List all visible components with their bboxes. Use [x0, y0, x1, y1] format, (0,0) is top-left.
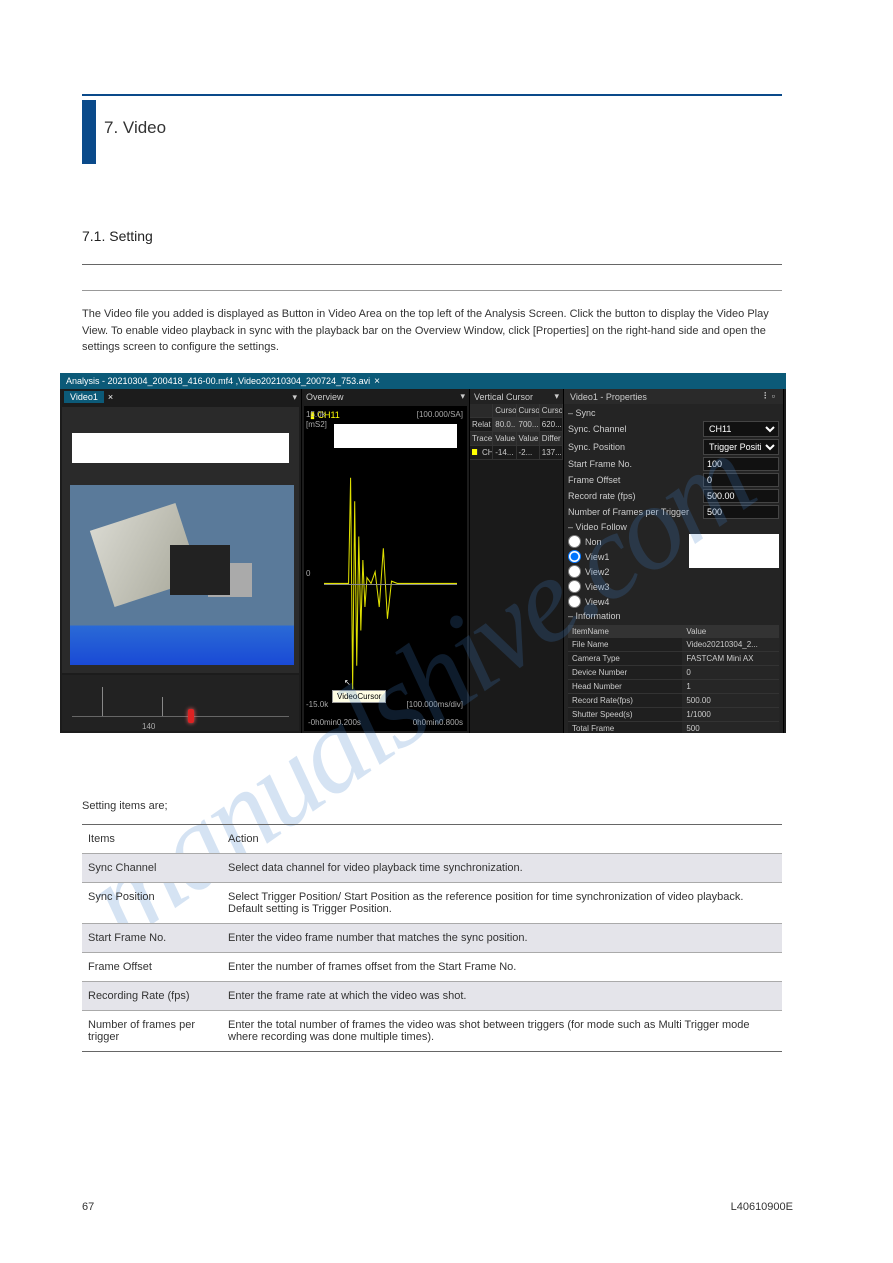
- caption-placeholder: [689, 534, 779, 568]
- window-titlebar: Analysis - 20210304_200418_416-00.mf4 ,V…: [60, 373, 786, 389]
- window-title: Analysis - 20210304_200418_416-00.mf4 ,V…: [66, 376, 370, 386]
- timeline-value: 140: [142, 722, 155, 731]
- sync-channel-select[interactable]: CH11: [703, 421, 779, 437]
- label-start-frame: Start Frame No.: [568, 459, 703, 469]
- page-number: 67: [82, 1201, 94, 1213]
- label-record-rate: Record rate (fps): [568, 491, 703, 501]
- frames-per-trigger-input[interactable]: [703, 505, 779, 519]
- label-sync-channel: Sync. Channel: [568, 424, 703, 434]
- properties-title: Video1 - Properties: [570, 392, 647, 402]
- app-window: Analysis - 20210304_200418_416-00.mf4 ,V…: [60, 373, 786, 733]
- section-information: – Information: [568, 609, 779, 623]
- record-rate-input[interactable]: [703, 489, 779, 503]
- chevron-down-icon[interactable]: ▾: [554, 391, 559, 402]
- doc-id: L40610900E: [731, 1201, 793, 1213]
- radio-view1[interactable]: [568, 550, 581, 563]
- label-frames-per-trigger: Number of Frames per Trigger: [568, 507, 703, 517]
- params-intro: Setting items are;: [82, 800, 168, 812]
- subsection-heading: Setting: [109, 228, 153, 244]
- video-tab[interactable]: Video1: [64, 391, 104, 403]
- radio-view3[interactable]: [568, 580, 581, 593]
- y-top-label: 15.0k: [306, 410, 326, 419]
- sync-position-select[interactable]: Trigger Position: [703, 439, 779, 455]
- section-sync: – Sync: [568, 406, 779, 420]
- vertical-cursor-table: CursoCursoCurso Relat80.0...700....620..…: [470, 404, 563, 733]
- x-right-bottom: [100.000ms/div]: [407, 700, 463, 709]
- section-number: 7.: [104, 118, 118, 137]
- radio-view2[interactable]: [568, 565, 581, 578]
- close-icon[interactable]: ×: [108, 392, 113, 402]
- timeline-marker[interactable]: [188, 709, 194, 723]
- radio-view4[interactable]: [568, 595, 581, 608]
- radio-non[interactable]: [568, 535, 581, 548]
- overview-window[interactable]: ▮ CH11 15.0k [mS2] [100.000/SA] -15.0k […: [304, 406, 467, 731]
- start-frame-input[interactable]: [703, 457, 779, 471]
- waveform: [324, 466, 457, 701]
- x-left-label: -0h0min0.200s: [308, 718, 361, 727]
- x-right-label: 0h0min0.800s: [413, 718, 463, 727]
- section-heading: Video: [123, 118, 166, 137]
- close-icon[interactable]: ×: [374, 376, 380, 387]
- y-unit-label: [mS2]: [306, 420, 327, 429]
- video-timeline[interactable]: 140: [62, 675, 299, 731]
- section-video-follow: – Video Follow: [568, 520, 779, 534]
- vertical-cursor-title: Vertical Cursor: [474, 392, 533, 402]
- chevron-down-icon[interactable]: ▾: [292, 392, 297, 403]
- info-table: ItemNameValue File NameVideo20210304_2..…: [568, 625, 779, 733]
- video-play-view[interactable]: [62, 407, 299, 673]
- chevron-down-icon[interactable]: ▾: [460, 391, 465, 402]
- x-right-top: [100.000/SA]: [417, 410, 463, 419]
- y-bottom-label: -15.0k: [306, 700, 328, 709]
- intro-paragraph: The Video file you added is displayed as…: [82, 306, 782, 356]
- axis-zero: 0: [306, 569, 310, 578]
- overview-tab[interactable]: Overview: [306, 392, 344, 402]
- caption-placeholder: [72, 433, 289, 463]
- settings-table: ItemsAction Sync ChannelSelect data chan…: [82, 824, 782, 1052]
- label-frame-offset: Frame Offset: [568, 475, 703, 485]
- video-frame-image: [70, 485, 294, 665]
- subsection-number: 7.1.: [82, 228, 105, 244]
- label-sync-position: Sync. Position: [568, 442, 703, 452]
- panel-menu-icon[interactable]: ⠇▫: [763, 391, 777, 402]
- frame-offset-input[interactable]: [703, 473, 779, 487]
- video-cursor-tooltip: VideoCursor: [332, 690, 386, 703]
- caption-placeholder: [334, 424, 457, 448]
